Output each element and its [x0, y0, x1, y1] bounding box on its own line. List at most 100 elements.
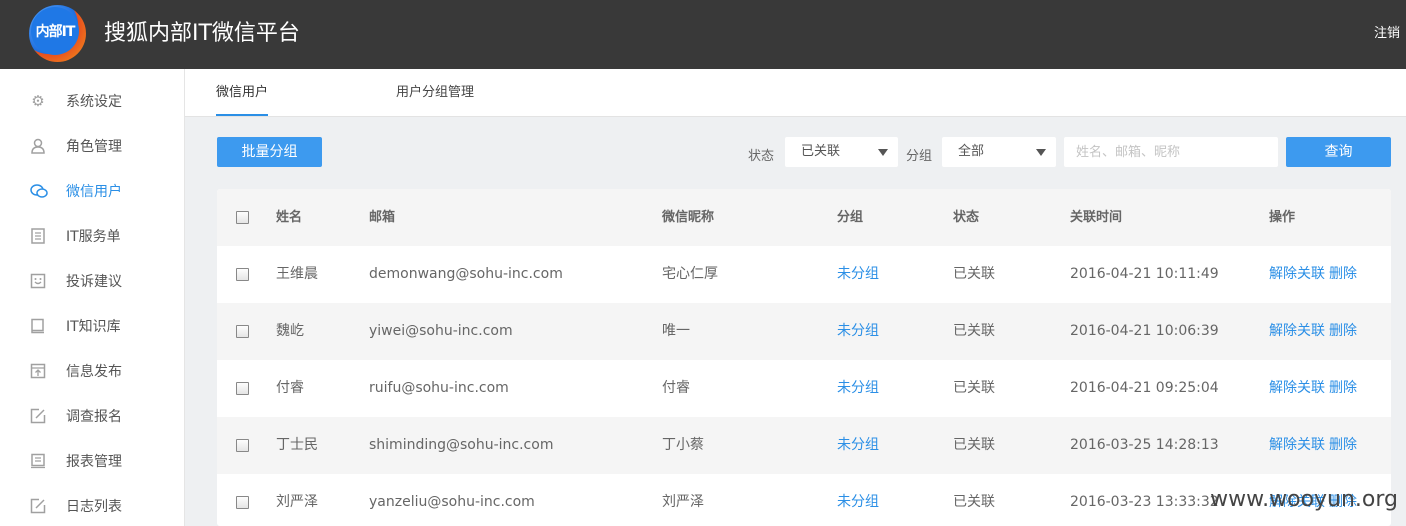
feedback-icon	[30, 273, 46, 289]
sidebar-item-feedback[interactable]: 投诉建议	[0, 258, 184, 303]
logout-link[interactable]: 注销	[1374, 22, 1400, 41]
user-status: 已关联	[953, 437, 995, 453]
logo-icon: 内部IT	[29, 5, 86, 62]
user-email: ruifu@sohu-inc.com	[369, 380, 509, 396]
group-link[interactable]: 未分组	[837, 417, 879, 474]
user-nickname: 付睿	[662, 380, 690, 396]
row-checkbox[interactable]	[236, 439, 249, 452]
sidebar-item-label: 调查报名	[66, 408, 122, 425]
user-email: yiwei@sohu-inc.com	[369, 323, 513, 339]
user-name: 丁士民	[276, 437, 318, 453]
link-time: 2016-04-21 09:25:04	[1070, 380, 1219, 396]
table-row: 付睿 ruifu@sohu-inc.com 付睿 未分组 已关联 2016-04…	[217, 360, 1391, 417]
sidebar-item-label: 微信用户	[66, 183, 122, 200]
app-title: 搜狐内部IT微信平台	[104, 21, 300, 46]
edit-icon	[30, 408, 46, 424]
unlink-action[interactable]: 解除关联	[1269, 303, 1325, 360]
user-nickname: 宅心仁厚	[662, 266, 718, 282]
user-email: shiminding@sohu-inc.com	[369, 437, 554, 453]
user-status: 已关联	[953, 323, 995, 339]
user-icon	[30, 138, 46, 154]
column-header-status: 状态	[953, 210, 980, 225]
sidebar-item-label: 投诉建议	[66, 273, 122, 290]
user-name: 刘严泽	[276, 494, 318, 510]
user-table: 姓名 邮箱 微信昵称 分组 状态 关联时间 操作 王维晨 demonwang@s…	[217, 189, 1391, 526]
sidebar-item-label: 角色管理	[66, 138, 122, 155]
sidebar-item-label: IT知识库	[66, 318, 121, 335]
link-time: 2016-03-25 14:28:13	[1070, 437, 1219, 453]
user-email: demonwang@sohu-inc.com	[369, 266, 563, 282]
sidebar-item-wechat-users[interactable]: 微信用户	[0, 168, 184, 213]
link-time: 2016-03-23 13:33:32	[1070, 494, 1219, 510]
sidebar: ⚙ 系统设定 角色管理 微信用户 IT服务单 投诉建议 IT知识库 信息发布 调…	[0, 69, 185, 526]
delete-action[interactable]: 删除	[1329, 360, 1357, 417]
sidebar-item-label: 信息发布	[66, 363, 122, 380]
search-input[interactable]	[1064, 137, 1278, 167]
sidebar-item-system-settings[interactable]: ⚙ 系统设定	[0, 78, 184, 123]
sidebar-item-knowledge-base[interactable]: IT知识库	[0, 303, 184, 348]
table-header: 姓名 邮箱 微信昵称 分组 状态 关联时间 操作	[217, 189, 1391, 246]
table-row: 丁士民 shiminding@sohu-inc.com 丁小蔡 未分组 已关联 …	[217, 417, 1391, 474]
top-bar: 内部IT 搜狐内部IT微信平台 注销	[0, 0, 1406, 69]
delete-action[interactable]: 删除	[1329, 303, 1357, 360]
chevron-down-icon	[878, 149, 888, 156]
publish-icon	[30, 363, 46, 379]
sidebar-item-label: 报表管理	[66, 453, 122, 470]
group-filter-label: 分组	[906, 149, 933, 164]
column-header-actions: 操作	[1269, 210, 1296, 225]
unlink-action[interactable]: 解除关联	[1269, 246, 1325, 303]
group-select[interactable]: 全部	[942, 137, 1056, 167]
column-header-email: 邮箱	[369, 210, 396, 225]
user-nickname: 丁小蔡	[662, 437, 704, 453]
group-link[interactable]: 未分组	[837, 246, 879, 303]
select-all-checkbox[interactable]	[236, 211, 249, 224]
sidebar-item-label: 日志列表	[66, 498, 122, 515]
query-button[interactable]: 查询	[1286, 137, 1391, 167]
unlink-action[interactable]: 解除关联	[1269, 360, 1325, 417]
group-link[interactable]: 未分组	[837, 360, 879, 417]
link-time: 2016-04-21 10:11:49	[1070, 266, 1219, 282]
delete-action[interactable]: 删除	[1329, 417, 1357, 474]
group-link[interactable]: 未分组	[837, 303, 879, 360]
row-checkbox[interactable]	[236, 268, 249, 281]
table-row: 王维晨 demonwang@sohu-inc.com 宅心仁厚 未分组 已关联 …	[217, 246, 1391, 303]
sidebar-item-survey[interactable]: 调查报名	[0, 393, 184, 438]
user-email: yanzeliu@sohu-inc.com	[369, 494, 535, 510]
delete-action[interactable]: 删除	[1329, 246, 1357, 303]
user-name: 魏屹	[276, 323, 304, 339]
book-icon	[30, 318, 46, 334]
unlink-action[interactable]: 解除关联	[1269, 417, 1325, 474]
row-checkbox[interactable]	[236, 325, 249, 338]
batch-group-button[interactable]: 批量分组	[217, 137, 322, 167]
column-header-time: 关联时间	[1070, 210, 1123, 225]
group-select-value: 全部	[958, 144, 985, 159]
document-icon	[30, 227, 46, 244]
status-select-value: 已关联	[801, 144, 841, 159]
row-checkbox[interactable]	[236, 382, 249, 395]
sidebar-item-publish[interactable]: 信息发布	[0, 348, 184, 393]
column-header-nickname: 微信昵称	[662, 210, 715, 225]
log-icon	[30, 498, 46, 514]
tab-wechat-users[interactable]: 微信用户	[216, 69, 269, 116]
column-header-name: 姓名	[276, 210, 303, 225]
user-status: 已关联	[953, 266, 995, 282]
sidebar-item-roles[interactable]: 角色管理	[0, 123, 184, 168]
tab-user-groups[interactable]: 用户分组管理	[396, 69, 474, 116]
user-nickname: 唯一	[662, 323, 690, 339]
user-status: 已关联	[953, 380, 995, 396]
row-checkbox[interactable]	[236, 496, 249, 509]
user-status: 已关联	[953, 494, 995, 510]
link-time: 2016-04-21 10:06:39	[1070, 323, 1219, 339]
wechat-icon	[30, 183, 48, 199]
group-link[interactable]: 未分组	[837, 474, 879, 526]
user-name: 付睿	[276, 380, 304, 396]
tab-bar: 微信用户 用户分组管理	[185, 69, 1406, 117]
sidebar-item-reports[interactable]: 报表管理	[0, 438, 184, 483]
logo-text: 内部IT	[31, 7, 79, 55]
sidebar-item-logs[interactable]: 日志列表	[0, 483, 184, 526]
sidebar-item-it-service[interactable]: IT服务单	[0, 213, 184, 258]
sidebar-item-label: 系统设定	[66, 93, 122, 110]
column-header-group: 分组	[837, 210, 864, 225]
report-icon	[30, 453, 46, 469]
status-select[interactable]: 已关联	[785, 137, 898, 167]
